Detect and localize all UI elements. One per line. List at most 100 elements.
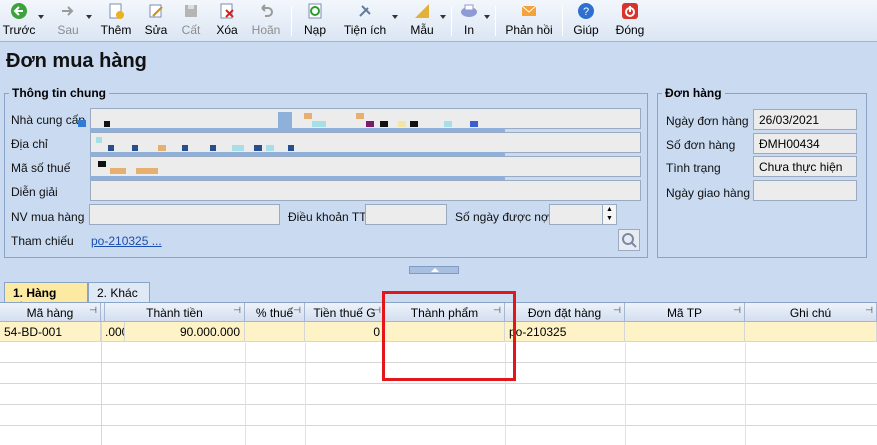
address-field[interactable] <box>90 132 641 153</box>
add-button[interactable]: Thêm <box>98 0 134 42</box>
feedback-label: Phản hồi <box>505 23 553 37</box>
pin-icon[interactable]: ⊣ <box>89 305 97 316</box>
print-label: In <box>463 23 474 37</box>
column-header-label: Ghi chú <box>789 306 832 320</box>
tax-code-field[interactable] <box>90 156 641 177</box>
delivery-date-field[interactable] <box>753 180 857 201</box>
column-header[interactable]: Đơn đặt hàng ⊣ <box>505 303 625 322</box>
column-header-label: Đơn đặt hàng <box>527 306 602 320</box>
description-field[interactable] <box>90 180 641 201</box>
toolbar-separator <box>291 6 292 36</box>
close-label: Đóng <box>615 23 645 37</box>
edit-button[interactable]: Sửa <box>138 0 174 42</box>
print-button[interactable]: In <box>456 0 482 42</box>
pin-icon[interactable]: ⊣ <box>293 305 301 316</box>
pin-icon[interactable]: ⊣ <box>865 305 873 316</box>
tab-money-items[interactable]: 1. Hàng tiền <box>4 282 88 314</box>
column-header[interactable]: Tiền thuế G ⊣ <box>305 303 385 322</box>
order-group-title: Đơn hàng <box>662 86 725 100</box>
table-cell[interactable] <box>625 322 745 342</box>
pin-icon[interactable]: ⊣ <box>233 305 241 316</box>
print-dropdown[interactable] <box>484 15 490 19</box>
next-label: Sau <box>57 23 79 37</box>
reference-link[interactable]: po-210325 ... <box>91 234 162 248</box>
payment-terms-label: Điều khoản TT <box>288 210 367 224</box>
next-button[interactable]: Sau <box>50 0 86 42</box>
pin-icon[interactable]: ⊣ <box>373 305 381 316</box>
magnifier-icon <box>622 233 637 248</box>
table-cell[interactable] <box>245 322 305 342</box>
order-number-field[interactable]: ĐMH00434 <box>753 133 857 154</box>
add-label: Thêm <box>100 23 132 37</box>
redacted-mark <box>182 145 188 151</box>
order-date-label: Ngày đơn hàng <box>666 114 749 128</box>
column-header[interactable]: Mã TP ⊣ <box>625 303 745 322</box>
tools-icon <box>359 5 371 17</box>
back-dropdown[interactable] <box>38 15 44 19</box>
description-label: Diễn giải <box>11 185 58 199</box>
utilities-button[interactable]: Tiện ích <box>338 0 392 42</box>
pin-icon[interactable]: ⊣ <box>733 305 741 316</box>
utilities-label: Tiện ích <box>343 23 387 37</box>
purchase-staff-field[interactable] <box>89 204 280 225</box>
redacted-mark <box>444 121 452 127</box>
highlight-box <box>382 291 516 381</box>
reference-lookup-button[interactable] <box>618 229 640 251</box>
toolbar-separator <box>451 6 452 36</box>
back-label: Trước <box>2 23 36 37</box>
redacted-mark <box>266 145 274 151</box>
postpone-button[interactable]: Hoãn <box>246 0 286 42</box>
redacted-mark <box>136 168 158 174</box>
arrow-right-icon <box>62 6 74 16</box>
redacted-mark <box>98 161 106 167</box>
back-button[interactable]: Trước <box>0 0 38 42</box>
credit-days-stepper[interactable]: ▲ ▼ <box>549 204 617 225</box>
stepper-arrows-icon[interactable]: ▲ ▼ <box>602 205 616 224</box>
reload-label: Nạp <box>303 23 326 37</box>
save-icon <box>185 5 197 17</box>
save-button[interactable]: Cất <box>174 0 208 42</box>
redacted-mark <box>104 121 110 127</box>
column-header[interactable]: Ghi chú ⊣ <box>745 303 877 322</box>
payment-terms-field[interactable] <box>365 204 447 225</box>
table-cell[interactable] <box>745 322 877 342</box>
help-icon: ? <box>578 3 594 19</box>
column-header-label: Tiền thuế G <box>313 306 376 320</box>
column-divider <box>101 322 102 445</box>
credit-days-label: Số ngày được nợ <box>455 210 549 224</box>
order-date-field[interactable]: 26/03/2021 <box>753 109 857 130</box>
status-field[interactable]: Chưa thực hiện <box>753 156 857 177</box>
delivery-date-label: Ngày giao hàng <box>666 186 751 200</box>
column-header[interactable]: % thuế ⊣ <box>245 303 305 322</box>
table-cell[interactable]: 90.000.000 <box>125 322 245 342</box>
table-cell[interactable]: 0 <box>305 322 385 342</box>
order-number-label: Số đơn hàng <box>666 138 736 152</box>
reload-button[interactable]: Nạp <box>298 0 332 42</box>
utilities-dropdown[interactable] <box>392 15 398 19</box>
template-button[interactable]: Mẫu <box>404 0 440 42</box>
close-button[interactable]: Đóng <box>610 0 650 42</box>
collapse-handle[interactable] <box>409 266 459 274</box>
tab-other[interactable]: 2. Khác <box>88 282 150 302</box>
redacted-mark <box>78 120 86 127</box>
delete-button[interactable]: Xóa <box>210 0 244 42</box>
edit-label: Sửa <box>144 23 168 37</box>
column-divider <box>245 343 246 445</box>
redacted-mark <box>410 121 418 127</box>
table-cell[interactable]: 54-BD-001 <box>0 322 101 342</box>
column-header[interactable]: Mã hàng ⊣ <box>0 303 101 322</box>
next-dropdown[interactable] <box>86 15 92 19</box>
help-button[interactable]: ? Giúp <box>568 0 604 42</box>
table-cell[interactable]: .000 <box>101 322 125 342</box>
pin-icon[interactable]: ⊣ <box>613 305 621 316</box>
column-divider <box>305 343 306 445</box>
redacted-mark <box>288 145 294 151</box>
column-header[interactable]: Thành tiền ⊣ <box>105 303 245 322</box>
address-label: Địa chỉ <box>11 137 48 151</box>
table-cell[interactable]: po-210325 <box>505 322 625 342</box>
printer-icon <box>461 4 477 17</box>
feedback-button[interactable]: Phản hồi <box>502 0 556 42</box>
template-dropdown[interactable] <box>440 15 446 19</box>
column-divider <box>745 343 746 445</box>
general-info-title: Thông tin chung <box>9 86 109 100</box>
